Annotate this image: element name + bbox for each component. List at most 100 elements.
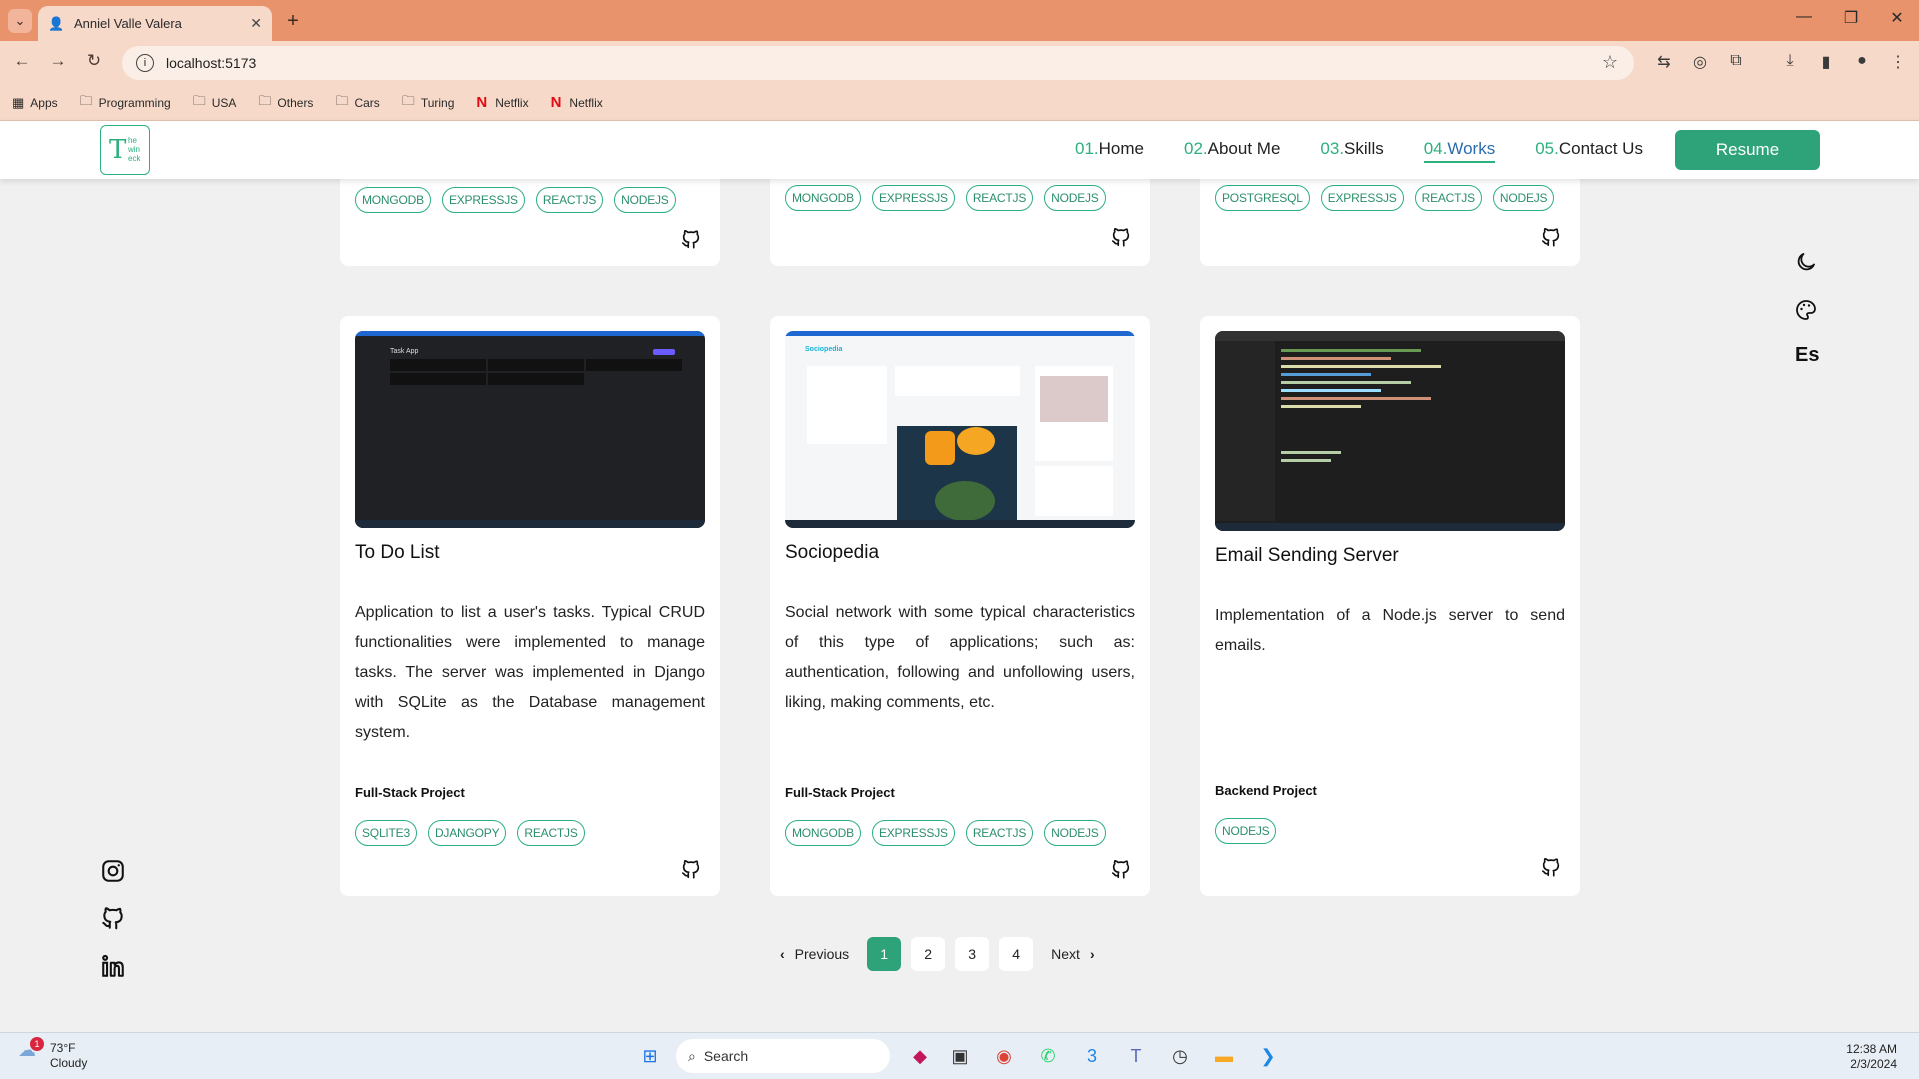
- app-3-icon[interactable]: 3: [1078, 1042, 1106, 1070]
- browser-tab[interactable]: 👤 Anniel Valle Valera ✕: [38, 6, 272, 41]
- site-logo[interactable]: T he win eck: [100, 125, 150, 175]
- project-type: Full-Stack Project: [355, 785, 465, 800]
- copilot-icon[interactable]: ◆: [906, 1042, 934, 1070]
- downloads-icon[interactable]: ⤓: [1778, 52, 1802, 70]
- palette-icon[interactable]: [1794, 298, 1818, 322]
- vscode-icon[interactable]: ❯: [1254, 1042, 1282, 1070]
- weather-widget[interactable]: ☁ 1 73°F Cloudy: [18, 1037, 87, 1071]
- whatsapp-icon[interactable]: ✆: [1034, 1042, 1062, 1070]
- nav-skills[interactable]: 03.Skills: [1320, 139, 1383, 163]
- bookmark-folder[interactable]: 🗀 Others: [258, 92, 313, 114]
- project-screenshot[interactable]: [1215, 331, 1565, 531]
- tab-list-button[interactable]: ⌄: [8, 9, 32, 33]
- tech-tag: REACTJS: [1414, 185, 1482, 211]
- main-nav: 01.Home 02.About Me 03.Skills 04.Works 0…: [1075, 139, 1683, 163]
- clock-app-icon[interactable]: ◷: [1166, 1042, 1194, 1070]
- tech-tag: REACTJS: [965, 820, 1034, 846]
- profile-avatar-icon[interactable]: ●: [1850, 52, 1874, 70]
- nav-contact-us[interactable]: 05.Contact Us: [1535, 139, 1643, 163]
- nav-works[interactable]: 04.Works: [1423, 139, 1496, 163]
- site-header: T he win eck 01.Home 02.About Me 03.Skil…: [0, 121, 1919, 179]
- bookmark-folder[interactable]: 🗀 Programming: [80, 92, 171, 114]
- weather-temp: 73°F: [50, 1041, 76, 1055]
- previous-page-button[interactable]: ‹ Previous: [780, 946, 849, 962]
- teams-icon[interactable]: T: [1122, 1042, 1150, 1070]
- bookmark-netflix[interactable]: N Netflix: [551, 94, 603, 111]
- windows-taskbar: ☁ 1 73°F Cloudy ⊞ ⌕ Search ◆ ▣ ◉ ✆ 3 T ◷…: [0, 1032, 1919, 1079]
- page-button-4[interactable]: 4: [999, 937, 1034, 971]
- reload-icon[interactable]: ↻: [82, 51, 106, 71]
- nav-about-me[interactable]: 02.About Me: [1184, 139, 1280, 163]
- tech-tag: EXPRESSJS: [1320, 185, 1404, 211]
- page-button-2[interactable]: 2: [911, 937, 946, 971]
- github-icon[interactable]: [100, 905, 126, 931]
- site-info-icon[interactable]: i: [136, 54, 154, 72]
- tag-list: POSTGRESQL EXPRESSJS REACTJS NODEJS: [1215, 185, 1565, 211]
- tech-tag: DJANGOPY: [427, 820, 507, 846]
- tech-tag: MONGODB: [785, 185, 861, 211]
- project-description: Social network with some typical charact…: [785, 604, 1135, 711]
- bookmark-folder[interactable]: 🗀 USA: [193, 92, 237, 114]
- folder-icon: 🗀: [335, 92, 349, 108]
- netflix-icon: N: [476, 94, 488, 111]
- project-screenshot[interactable]: Sociopedia: [785, 331, 1135, 528]
- side-panel-icon[interactable]: ▮: [1814, 52, 1838, 72]
- resume-button[interactable]: Resume: [1675, 130, 1820, 170]
- netflix-icon: N: [550, 94, 562, 111]
- back-icon[interactable]: ←: [10, 51, 34, 71]
- project-screenshot[interactable]: Task App: [355, 331, 705, 528]
- forward-icon[interactable]: →: [46, 51, 70, 71]
- tag-list: NODEJS: [1215, 818, 1287, 844]
- system-clock[interactable]: 12:38 AM 2/3/2024: [1846, 1042, 1897, 1072]
- nav-home[interactable]: 01.Home: [1075, 139, 1144, 163]
- translate-extension-icon[interactable]: ⇆: [1652, 52, 1676, 72]
- bookmark-apps[interactable]: ▦ Apps: [12, 95, 58, 111]
- screenshot-title: Task App: [390, 348, 419, 355]
- github-icon[interactable]: [680, 858, 702, 880]
- language-toggle[interactable]: Es: [1795, 344, 1819, 367]
- linkedin-icon[interactable]: [100, 953, 126, 979]
- bookmark-netflix[interactable]: N Netflix: [476, 94, 528, 111]
- menu-kebab-icon[interactable]: ⋮: [1886, 52, 1910, 72]
- dark-mode-moon-icon[interactable]: [1794, 250, 1818, 274]
- folder-icon: 🗀: [258, 92, 272, 108]
- tech-tag: POSTGRESQL: [1215, 185, 1310, 211]
- grammarly-extension-icon[interactable]: ◎: [1688, 52, 1712, 72]
- new-tab-button[interactable]: +: [280, 8, 306, 34]
- tag-list: SQLITE3 DJANGOPY REACTJS: [355, 820, 596, 846]
- window-close-icon[interactable]: ✕: [1882, 8, 1912, 28]
- close-tab-icon[interactable]: ✕: [250, 15, 262, 32]
- folder-icon: 🗀: [192, 92, 206, 108]
- address-bar[interactable]: i localhost:5173 ☆: [122, 46, 1634, 80]
- chrome-icon[interactable]: ◉: [990, 1042, 1018, 1070]
- github-icon[interactable]: [1110, 858, 1132, 880]
- page-button-1[interactable]: 1: [867, 937, 902, 971]
- search-icon: ⌕: [688, 1047, 696, 1064]
- tech-tag: EXPRESSJS: [871, 820, 955, 846]
- person-favicon-icon: 👤: [48, 15, 65, 31]
- github-icon[interactable]: [1540, 226, 1562, 248]
- bookmark-folder[interactable]: 🗀 Turing: [402, 92, 455, 114]
- extensions-puzzle-icon[interactable]: ⧉: [1724, 52, 1748, 70]
- github-icon[interactable]: [1540, 856, 1562, 878]
- project-title: Sociopedia: [785, 542, 880, 563]
- github-icon[interactable]: [680, 228, 702, 250]
- page-button-3[interactable]: 3: [955, 937, 990, 971]
- task-view-icon[interactable]: ▣: [946, 1042, 974, 1070]
- project-description: Implementation of a Node.js server to se…: [1215, 607, 1565, 654]
- tech-tag: EXPRESSJS: [871, 185, 955, 211]
- tech-tag: REACTJS: [517, 820, 585, 846]
- bookmark-star-icon[interactable]: ☆: [1602, 52, 1618, 73]
- windows-start-icon[interactable]: ⊞: [636, 1042, 664, 1070]
- grid-icon: ▦: [12, 94, 25, 110]
- file-explorer-icon[interactable]: ▬: [1210, 1042, 1238, 1070]
- restore-icon[interactable]: ❐: [1836, 8, 1866, 28]
- next-page-button[interactable]: Next ›: [1051, 946, 1094, 962]
- url-text: localhost:5173: [166, 55, 257, 71]
- bookmark-folder[interactable]: 🗀 Cars: [335, 92, 379, 114]
- tech-tag: SQLITE3: [355, 820, 417, 846]
- minimize-icon[interactable]: —: [1789, 8, 1819, 26]
- github-icon[interactable]: [1110, 226, 1132, 248]
- instagram-icon[interactable]: [100, 858, 126, 884]
- taskbar-search[interactable]: ⌕ Search: [676, 1039, 890, 1073]
